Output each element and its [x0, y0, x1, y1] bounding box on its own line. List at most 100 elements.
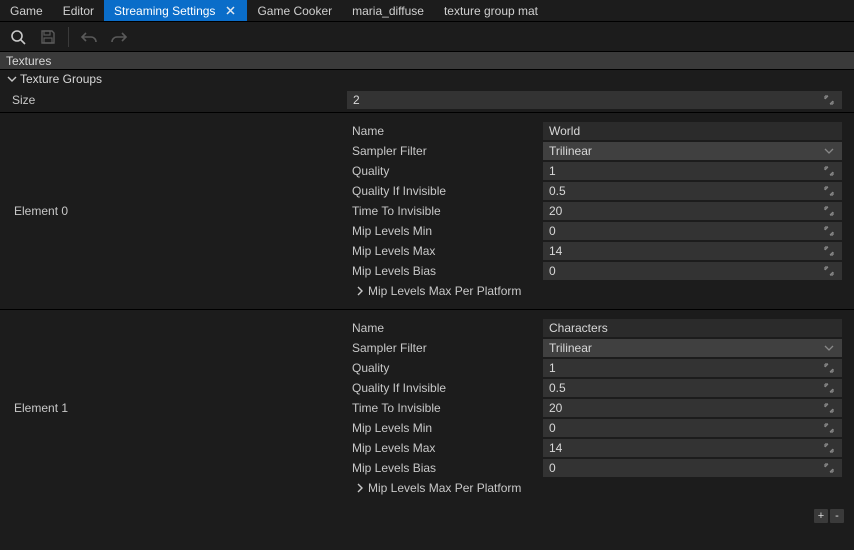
chevron-right-icon[interactable] — [354, 285, 366, 297]
tab-label: texture group mat — [444, 4, 538, 18]
remove-element-button[interactable]: - — [830, 509, 844, 523]
field-value: 0.5 — [549, 184, 566, 198]
expand-icon[interactable] — [822, 184, 836, 198]
number-field[interactable]: 20 — [543, 202, 842, 220]
field-value: 0.5 — [549, 381, 566, 395]
property-label: Quality — [347, 164, 543, 178]
property-label: Time To Invisible — [347, 204, 543, 218]
number-field[interactable]: 0 — [543, 459, 842, 477]
tab-game-cooker[interactable]: Game Cooker — [247, 0, 342, 21]
number-field[interactable]: 14 — [543, 439, 842, 457]
tab-game[interactable]: Game — [0, 0, 53, 21]
tab-label: Game — [10, 4, 43, 18]
chevron-right-icon[interactable] — [354, 482, 366, 494]
number-field[interactable]: 14 — [543, 242, 842, 260]
tab-label: Editor — [63, 4, 94, 18]
tab-label: maria_diffuse — [352, 4, 424, 18]
expand-icon[interactable] — [822, 204, 836, 218]
expand-icon[interactable] — [822, 244, 836, 258]
size-value: 2 — [353, 93, 360, 107]
expand-icon[interactable] — [822, 264, 836, 278]
tab-texture-group-mat[interactable]: texture group mat — [434, 0, 548, 21]
field-value: 20 — [549, 204, 562, 218]
property-row: Mip Levels Min 0 — [347, 221, 842, 241]
expand-icon[interactable] — [822, 164, 836, 178]
expand-icon[interactable] — [822, 381, 836, 395]
property-row: Quality If Invisible0.5 — [347, 181, 842, 201]
search-icon[interactable] — [4, 24, 32, 50]
number-field[interactable]: 20 — [543, 399, 842, 417]
toolbar-separator — [68, 27, 69, 47]
redo-icon — [105, 24, 133, 50]
expand-icon[interactable] — [822, 224, 836, 238]
array-footer: + - — [0, 506, 854, 526]
chevron-down-icon — [822, 144, 836, 158]
size-field[interactable]: 2 — [347, 91, 842, 109]
field-value: World — [549, 124, 580, 138]
field-value: Trilinear — [549, 144, 592, 158]
field-value: 0 — [549, 461, 556, 475]
undo-icon — [75, 24, 103, 50]
property-row: Quality1 — [347, 358, 842, 378]
element-label: Element 1 — [0, 310, 347, 506]
property-label: Sampler Filter — [347, 341, 543, 355]
chevron-down-icon — [822, 341, 836, 355]
add-element-button[interactable]: + — [814, 509, 828, 523]
number-field[interactable]: 1 — [543, 359, 842, 377]
property-label: Mip Levels Bias — [347, 461, 543, 475]
property-row: Time To Invisible 20 — [347, 201, 842, 221]
element-block: Element 0NameWorldSampler FilterTrilinea… — [0, 112, 854, 309]
close-icon[interactable] — [223, 4, 237, 18]
expand-icon[interactable] — [822, 441, 836, 455]
property-label: Name — [347, 321, 543, 335]
property-label[interactable]: Mip Levels Max Per Platform — [347, 284, 543, 298]
number-field[interactable]: 0.5 — [543, 379, 842, 397]
tab-label: Streaming Settings — [114, 4, 215, 18]
expand-icon[interactable] — [822, 461, 836, 475]
tree-row-texture-groups[interactable]: Texture Groups — [0, 70, 854, 88]
property-row: Sampler Filter Trilinear — [347, 141, 842, 161]
expand-icon[interactable] — [822, 401, 836, 415]
section-header-textures[interactable]: Textures — [0, 52, 854, 70]
property-label: Sampler Filter — [347, 144, 543, 158]
property-label: Mip Levels Max — [347, 441, 543, 455]
field-value: 0 — [549, 224, 556, 238]
property-label[interactable]: Mip Levels Max Per Platform — [347, 481, 543, 495]
expand-icon[interactable] — [822, 421, 836, 435]
tree-label: Texture Groups — [20, 72, 102, 86]
text-field[interactable]: World — [543, 122, 842, 140]
field-value: 20 — [549, 401, 562, 415]
tab-editor[interactable]: Editor — [53, 0, 104, 21]
number-field[interactable]: 0 — [543, 262, 842, 280]
property-label: Size — [0, 88, 347, 112]
property-label: Mip Levels Bias — [347, 264, 543, 278]
tab-maria_diffuse[interactable]: maria_diffuse — [342, 0, 434, 21]
number-field[interactable]: 0.5 — [543, 182, 842, 200]
save-icon — [34, 24, 62, 50]
field-value: 0 — [549, 264, 556, 278]
property-row: Mip Levels Bias 0 — [347, 261, 842, 281]
chevron-down-icon — [6, 73, 18, 85]
element-properties: NameCharactersSampler FilterTrilinearQua… — [347, 310, 854, 506]
number-field[interactable]: 0 — [543, 419, 842, 437]
select-field[interactable]: Trilinear — [543, 142, 842, 160]
property-label: Mip Levels Min — [347, 224, 543, 238]
tab-label: Game Cooker — [257, 4, 332, 18]
expand-icon[interactable] — [822, 361, 836, 375]
property-label: Name — [347, 124, 543, 138]
select-field[interactable]: Trilinear — [543, 339, 842, 357]
field-value: 14 — [549, 441, 562, 455]
property-row: Mip Levels Max 14 — [347, 438, 842, 458]
expand-icon[interactable] — [822, 93, 836, 107]
property-row: NameCharacters — [347, 318, 842, 338]
property-row: Sampler Filter Trilinear — [347, 338, 842, 358]
property-row: Time To Invisible20 — [347, 398, 842, 418]
field-value: Trilinear — [549, 341, 592, 355]
text-field[interactable]: Characters — [543, 319, 842, 337]
property-row: Mip Levels Max14 — [347, 241, 842, 261]
number-field[interactable]: 0 — [543, 222, 842, 240]
number-field[interactable]: 1 — [543, 162, 842, 180]
field-value: 14 — [549, 244, 562, 258]
toolbar — [0, 22, 854, 52]
tab-streaming-settings[interactable]: Streaming Settings — [104, 0, 247, 21]
